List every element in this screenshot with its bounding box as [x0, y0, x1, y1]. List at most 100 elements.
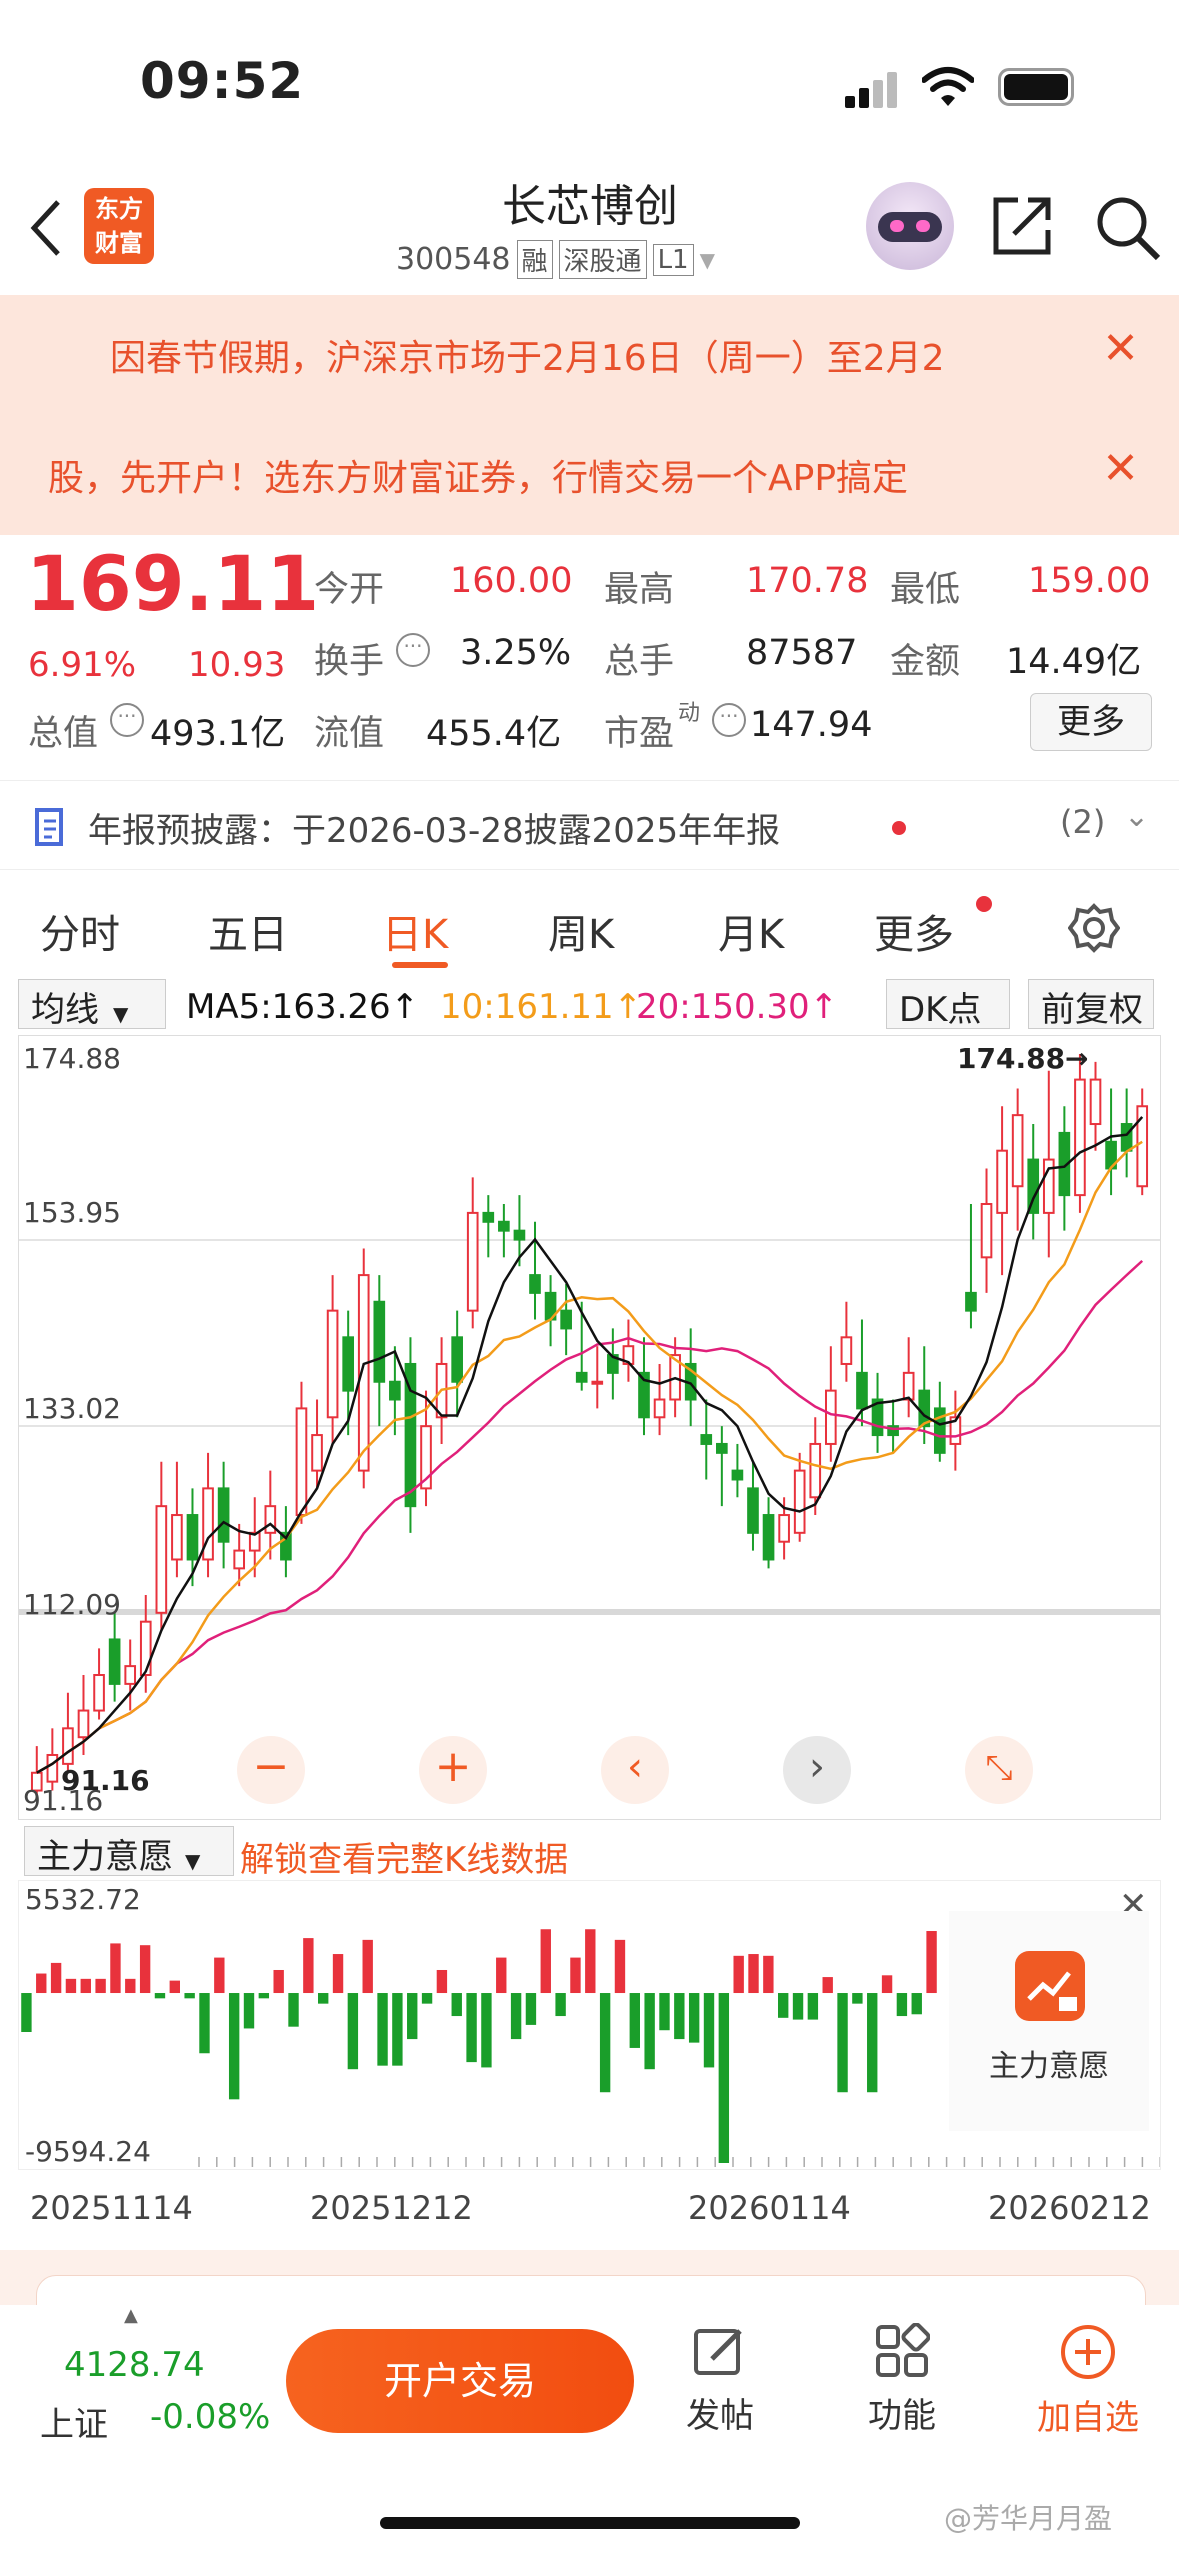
- ma-select[interactable]: 均线 ▼: [18, 979, 166, 1030]
- tab-daily-k[interactable]: 日K: [382, 902, 448, 960]
- holiday-banner[interactable]: 因春节假期，沪深京市场于2月16日（周一）至2月2 ✕: [0, 295, 1179, 415]
- chevron-right-icon: ›: [809, 1744, 825, 1790]
- tab-monthly-k[interactable]: 月K: [718, 902, 784, 960]
- tab-intraday[interactable]: 分时: [40, 902, 120, 960]
- trade-button[interactable]: 开户交易: [286, 2329, 634, 2433]
- zoom-in-button[interactable]: +: [419, 1736, 487, 1804]
- candle-body: [186, 1514, 199, 1561]
- kline-chart[interactable]: 174.88 153.95 133.02 112.09 91.16 174.88…: [18, 1035, 1161, 1820]
- indicator-bar: [332, 1954, 344, 1994]
- app-logo: 东方 财富: [84, 188, 154, 264]
- chart-lock-icon: [1015, 1951, 1085, 2021]
- badge-label: 主力意愿: [989, 2049, 1109, 2084]
- bottom-toolbar: ▲ 4128.74 上证 -0.08% 开户交易 发帖 功能 加自选 @芳华月月…: [0, 2305, 1179, 2556]
- function-button[interactable]: 功能: [842, 2322, 962, 2437]
- indicator-bar: [718, 1993, 730, 2163]
- scroll-left-button[interactable]: ‹: [601, 1736, 669, 1804]
- fullscreen-button[interactable]: ⤡: [965, 1736, 1033, 1804]
- volume-value: 87587: [746, 633, 858, 673]
- indicator-bar: [407, 1993, 418, 2040]
- settings-icon[interactable]: [1068, 902, 1120, 954]
- candle-body: [902, 1371, 915, 1401]
- candle-body: [108, 1638, 121, 1685]
- y-tick-3: 133.02: [23, 1392, 121, 1425]
- zoom-out-button[interactable]: −: [237, 1736, 305, 1804]
- robot-avatar[interactable]: [866, 182, 954, 270]
- stock-title: 长芯博创: [502, 181, 678, 232]
- active-tab-indicator: [392, 962, 448, 968]
- back-icon[interactable]: [28, 198, 64, 258]
- indicator-bar: [184, 1993, 195, 1999]
- post-label: 发帖: [686, 2396, 754, 2436]
- add-watchlist-button[interactable]: 加自选: [1018, 2323, 1158, 2439]
- battery-icon: [998, 68, 1074, 106]
- candle-body: [747, 1487, 759, 1534]
- close-icon[interactable]: ✕: [1102, 443, 1139, 494]
- share-icon[interactable]: [990, 194, 1054, 258]
- indicator-bar: [362, 1939, 373, 1994]
- main-force-badge[interactable]: 主力意愿: [949, 1911, 1149, 2131]
- search-icon[interactable]: [1094, 194, 1162, 262]
- red-dot: [892, 821, 906, 835]
- candle-body: [264, 1505, 277, 1534]
- plus-icon: +: [434, 1741, 472, 1792]
- indicator-bar: [466, 1993, 477, 2063]
- amount-label: 金额: [890, 642, 961, 682]
- indicator-bar: [748, 1954, 759, 1994]
- more-button[interactable]: 更多: [1030, 693, 1152, 751]
- logo-text-1: 东方: [95, 195, 143, 223]
- open-value: 160.00: [450, 561, 573, 601]
- indicator-bar: [80, 1978, 91, 1994]
- annual-report-notice[interactable]: 年报预披露：于2026-03-28披露2025年年报 (2) ⌄: [0, 780, 1179, 870]
- adjust-button[interactable]: 前复权: [1028, 979, 1154, 1030]
- chevron-down-icon[interactable]: ⌄: [1124, 799, 1149, 834]
- dk-point-button[interactable]: DK点: [886, 979, 1010, 1030]
- candle-body: [716, 1442, 728, 1454]
- candle-body: [778, 1514, 790, 1543]
- indicator-bar: [125, 1978, 136, 1994]
- candle-body: [139, 1620, 152, 1677]
- more-dots-icon[interactable]: ···: [396, 633, 430, 667]
- date-label: 20251212: [310, 2189, 473, 2227]
- unlock-link[interactable]: 解锁查看完整K线数据: [240, 1832, 568, 1881]
- ma10-value: 10:161.11↑: [440, 987, 643, 1027]
- tag-level: L1: [652, 243, 694, 276]
- candle-body: [529, 1274, 541, 1294]
- indicator-bar: [555, 1993, 566, 2017]
- index-value[interactable]: 4128.74: [64, 2345, 205, 2385]
- candle-body: [1089, 1078, 1102, 1126]
- indicator-bar: [525, 1993, 537, 2025]
- wifi-icon: [922, 67, 974, 106]
- indicator-bar: [792, 1993, 804, 2020]
- indicator-bar: [214, 1957, 225, 1994]
- candle-body: [311, 1434, 323, 1472]
- indicator-select[interactable]: 主力意愿 ▼: [24, 1826, 234, 1877]
- indicator-bar: [807, 1993, 819, 2020]
- close-icon[interactable]: ✕: [1102, 323, 1139, 374]
- indicator-bar: [896, 1993, 908, 2017]
- tab-more[interactable]: 更多: [874, 902, 954, 960]
- candle-body: [653, 1398, 666, 1419]
- promo-banner[interactable]: 股，先开户！选东方财富证券，行情交易一个APP搞定 ✕: [0, 415, 1179, 535]
- pe-value: 147.94: [750, 705, 873, 745]
- up-arrow-icon: ▲: [124, 2305, 138, 2326]
- amount-value: 14.49亿: [1006, 642, 1142, 682]
- indicator-bar: [867, 1993, 878, 2093]
- indicator-bar: [273, 1969, 284, 1994]
- add-circle-icon: [1061, 2325, 1115, 2379]
- ma5-value: MA5:163.26↑: [186, 987, 420, 1027]
- tab-weekly-k[interactable]: 周K: [548, 902, 614, 960]
- scroll-right-button[interactable]: ›: [783, 1736, 851, 1804]
- candle-body: [217, 1487, 230, 1543]
- stock-subtitle[interactable]: 300548 融 深股通 L1 ▼: [396, 240, 715, 279]
- post-button[interactable]: 发帖: [660, 2323, 780, 2437]
- more-dots-icon[interactable]: ···: [712, 703, 746, 737]
- pe-sup: 动: [678, 701, 701, 726]
- indicator-bar: [644, 1993, 655, 2070]
- main-force-chart[interactable]: 5532.72 -9594.24 ✕ 主力意愿: [18, 1880, 1161, 2170]
- more-dots-icon[interactable]: ···: [110, 703, 144, 737]
- high-label: 最高: [604, 570, 675, 610]
- volume-label: 总手: [604, 642, 675, 682]
- tab-five-day[interactable]: 五日: [208, 902, 288, 960]
- candle-body: [591, 1380, 604, 1385]
